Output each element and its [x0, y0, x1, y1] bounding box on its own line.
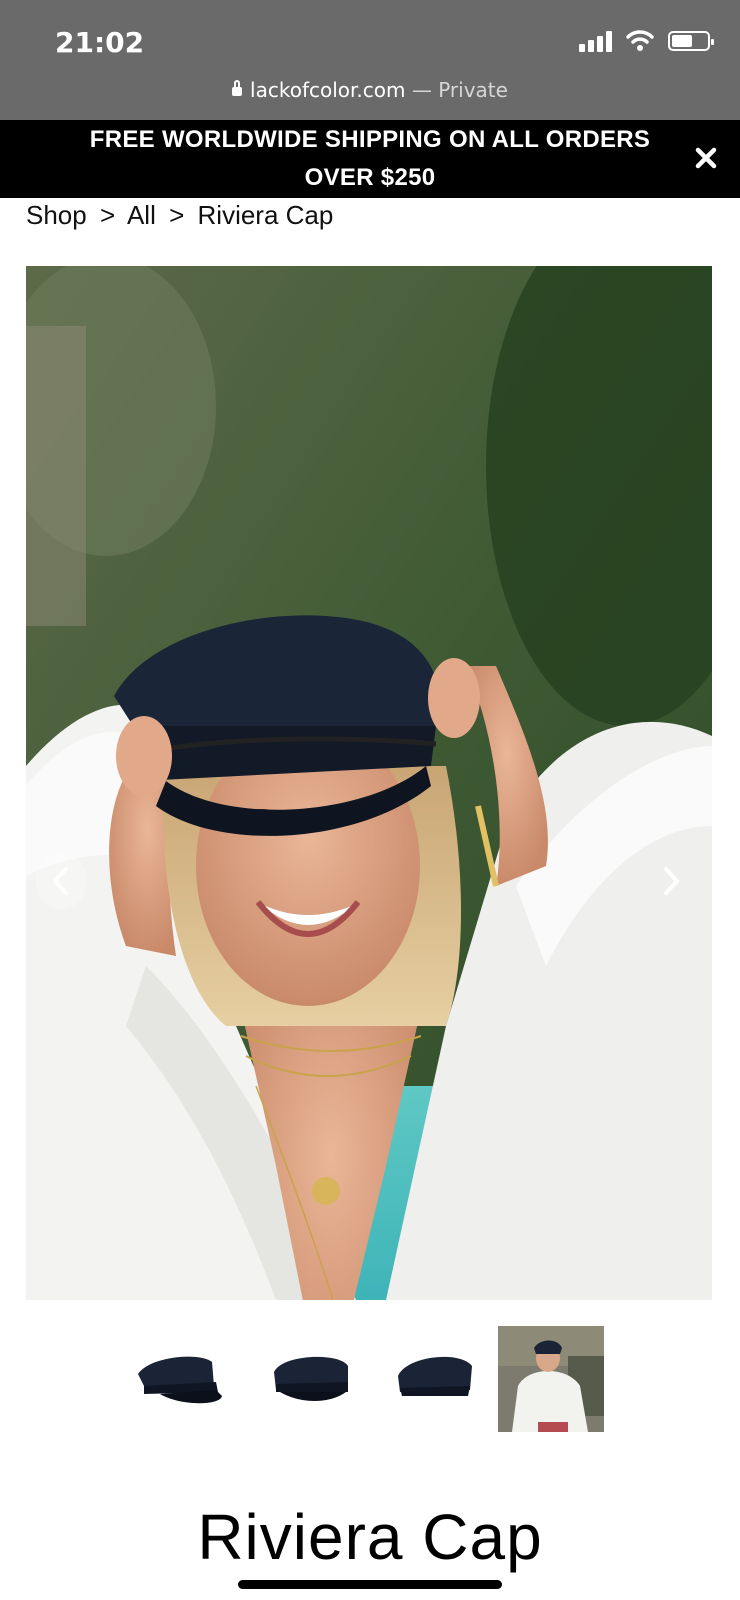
wifi-icon: [626, 30, 654, 51]
breadcrumb-current: Riviera Cap: [197, 200, 334, 230]
product-title: Riviera Cap: [197, 1501, 543, 1573]
thumbnail-cap-front[interactable]: [130, 1326, 236, 1432]
thumbnail-model-photo[interactable]: [498, 1326, 604, 1432]
breadcrumb-separator: >: [169, 200, 185, 230]
carousel-next-button[interactable]: [646, 853, 696, 909]
thumbnail-cap-side[interactable]: [260, 1326, 366, 1432]
shipping-banner: FREE WORLDWIDE SHIPPING ON ALL ORDERS OV…: [0, 120, 740, 198]
address-bar[interactable]: lackofcolor.com — Private: [0, 78, 740, 102]
breadcrumb-shop[interactable]: Shop: [26, 200, 87, 230]
carousel-prev-button[interactable]: [36, 853, 86, 909]
thumbnail-cap-back[interactable]: [386, 1326, 492, 1432]
close-icon[interactable]: [690, 142, 722, 174]
chevron-left-icon: [53, 867, 68, 895]
private-label: — Private: [405, 78, 508, 102]
breadcrumb-separator: >: [99, 200, 116, 230]
home-indicator[interactable]: [238, 1580, 502, 1589]
url-domain: lackofcolor.com: [250, 78, 406, 102]
battery-icon: [668, 31, 714, 51]
status-icons: [579, 30, 714, 52]
thumbnail-strip: [0, 1326, 740, 1436]
lock-icon: [232, 80, 243, 96]
breadcrumb: Shop > All > Riviera Cap: [26, 200, 339, 231]
status-bar: 21:02 lackofcolor.com — Private: [0, 0, 740, 120]
chevron-right-icon: [664, 867, 679, 895]
banner-text: FREE WORLDWIDE SHIPPING ON ALL ORDERS OV…: [89, 126, 651, 191]
status-time: 21:02: [55, 26, 145, 59]
product-hero-image[interactable]: [26, 266, 712, 1300]
breadcrumb-all[interactable]: All: [127, 200, 156, 230]
cellular-signal-icon: [579, 30, 612, 52]
